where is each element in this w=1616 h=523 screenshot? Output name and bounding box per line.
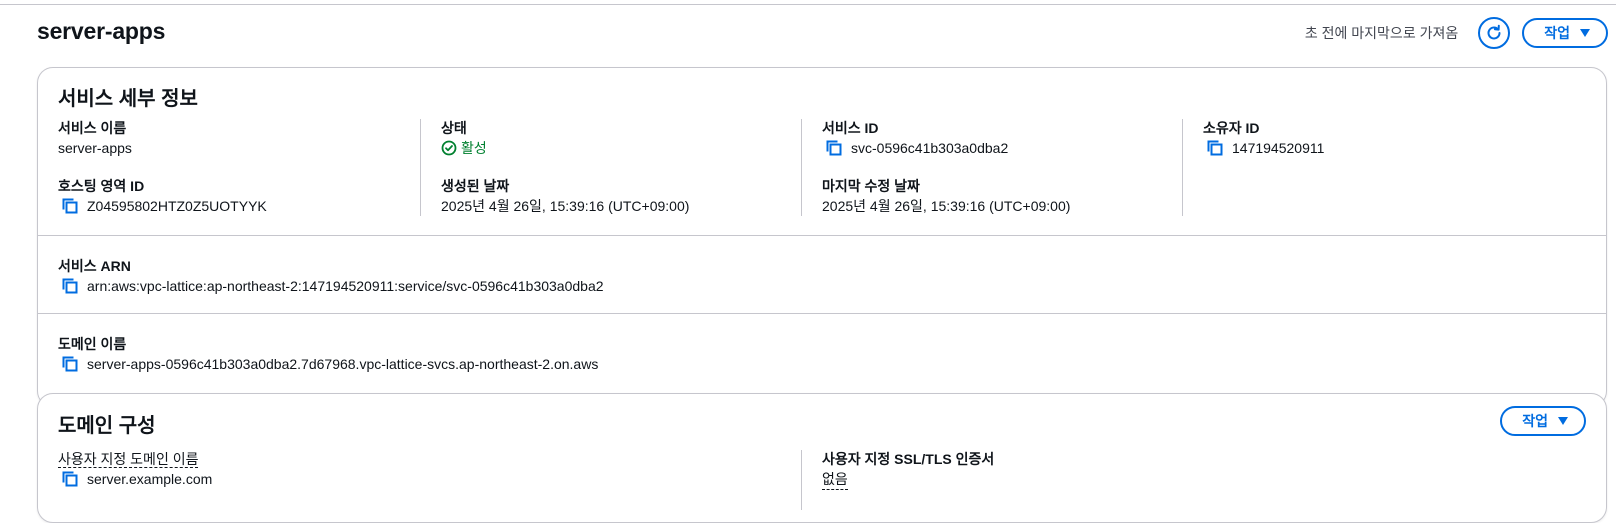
service-name-value: server-apps <box>58 140 132 156</box>
caret-down-icon <box>1580 29 1590 37</box>
hosted-zone-value: Z04595802HTZ0Z5UOTYYK <box>87 198 267 214</box>
copy-icon[interactable] <box>61 277 79 295</box>
service-arn-field: 서비스 ARN arn:aws:vpc-lattice:ap-northeast… <box>58 257 604 296</box>
actions-label: 작업 <box>1544 25 1570 41</box>
custom-domain-label[interactable]: 사용자 지정 도메인 이름 <box>58 451 199 468</box>
service-details-card: 서비스 세부 정보 서비스 이름 server-apps 호스팅 영역 ID Z… <box>37 67 1607 407</box>
modified-date-label: 마지막 수정 날짜 <box>822 178 920 194</box>
ssl-field: 사용자 지정 SSL/TLS 인증서 없음 <box>822 450 994 490</box>
service-name-field: 서비스 이름 server-apps <box>58 119 132 158</box>
status-label: 상태 <box>441 120 467 136</box>
modified-date-value: 2025년 4월 26일, 15:39:16 (UTC+09:00) <box>822 198 1071 214</box>
status-value: 활성 <box>461 140 487 156</box>
domain-name-field: 도메인 이름 server-apps-0596c41b303a0dba2.7d6… <box>58 335 598 374</box>
custom-domain-field: 사용자 지정 도메인 이름 server.example.com <box>58 450 212 489</box>
domain-config-title: 도메인 구성 <box>58 415 156 437</box>
copy-icon[interactable] <box>61 197 79 215</box>
header-actions: 초 전에 마지막으로 가져옴 작업 <box>1305 17 1608 49</box>
domain-name-value: server-apps-0596c41b303a0dba2.7d67968.vp… <box>87 356 599 372</box>
column-3: 서비스 ID svc-0596c41b303a0dba2 마지막 수정 날짜 2… <box>801 119 1182 216</box>
ssl-label: 사용자 지정 SSL/TLS 인증서 <box>822 451 995 467</box>
section-divider <box>38 235 1606 236</box>
created-date-label: 생성된 날짜 <box>441 178 510 194</box>
actions-button[interactable]: 작업 <box>1522 18 1608 48</box>
service-id-field: 서비스 ID svc-0596c41b303a0dba2 <box>822 119 1008 158</box>
modified-date-field: 마지막 수정 날짜 2025년 4월 26일, 15:39:16 (UTC+09… <box>822 177 1070 216</box>
column-1: 서비스 이름 server-apps 호스팅 영역 ID Z04595802HT… <box>38 119 420 216</box>
owner-id-value: 147194520911 <box>1232 140 1325 156</box>
column-2: 상태 활성 생성된 날짜 2025년 4월 26일, 15:39:16 (UTC… <box>420 119 801 216</box>
service-arn-label: 서비스 ARN <box>58 258 131 274</box>
section-divider <box>38 313 1606 314</box>
service-id-value: svc-0596c41b303a0dba2 <box>851 140 1009 156</box>
ssl-column: 사용자 지정 SSL/TLS 인증서 없음 <box>801 450 1301 510</box>
domain-actions-label: 작업 <box>1522 413 1548 429</box>
created-date-value: 2025년 4월 26일, 15:39:16 (UTC+09:00) <box>441 198 690 214</box>
copy-icon[interactable] <box>61 470 79 488</box>
custom-domain-value: server.example.com <box>87 471 213 487</box>
owner-id-field: 소유자 ID 147194520911 <box>1203 119 1324 158</box>
owner-id-label: 소유자 ID <box>1203 120 1260 136</box>
status-check-icon <box>441 140 457 156</box>
refresh-icon <box>1487 24 1501 40</box>
column-4: 소유자 ID 147194520911 <box>1182 119 1562 216</box>
copy-icon[interactable] <box>1206 139 1224 157</box>
refresh-button[interactable] <box>1478 17 1511 49</box>
status-field: 상태 활성 <box>441 119 487 158</box>
domain-actions-button[interactable]: 작업 <box>1500 406 1586 436</box>
copy-icon[interactable] <box>61 355 79 373</box>
created-date-field: 생성된 날짜 2025년 4월 26일, 15:39:16 (UTC+09:00… <box>441 177 689 216</box>
service-id-label: 서비스 ID <box>822 120 879 136</box>
top-divider <box>0 4 1616 5</box>
domain-config-card: 도메인 구성 작업 사용자 지정 도메인 이름 server.example.c… <box>37 393 1607 523</box>
hosted-zone-label: 호스팅 영역 ID <box>58 178 145 194</box>
caret-down-icon <box>1558 417 1568 425</box>
hosted-zone-field: 호스팅 영역 ID Z04595802HTZ0Z5UOTYYK <box>58 177 267 216</box>
copy-icon[interactable] <box>825 139 843 157</box>
ssl-value[interactable]: 없음 <box>822 469 848 490</box>
service-details-title: 서비스 세부 정보 <box>58 88 198 110</box>
domain-name-label: 도메인 이름 <box>58 336 127 352</box>
service-name-label: 서비스 이름 <box>58 120 127 136</box>
last-fetched-text: 초 전에 마지막으로 가져옴 <box>1304 25 1459 41</box>
page-title: server-apps <box>37 18 166 44</box>
service-arn-value: arn:aws:vpc-lattice:ap-northeast-2:14719… <box>87 278 604 294</box>
